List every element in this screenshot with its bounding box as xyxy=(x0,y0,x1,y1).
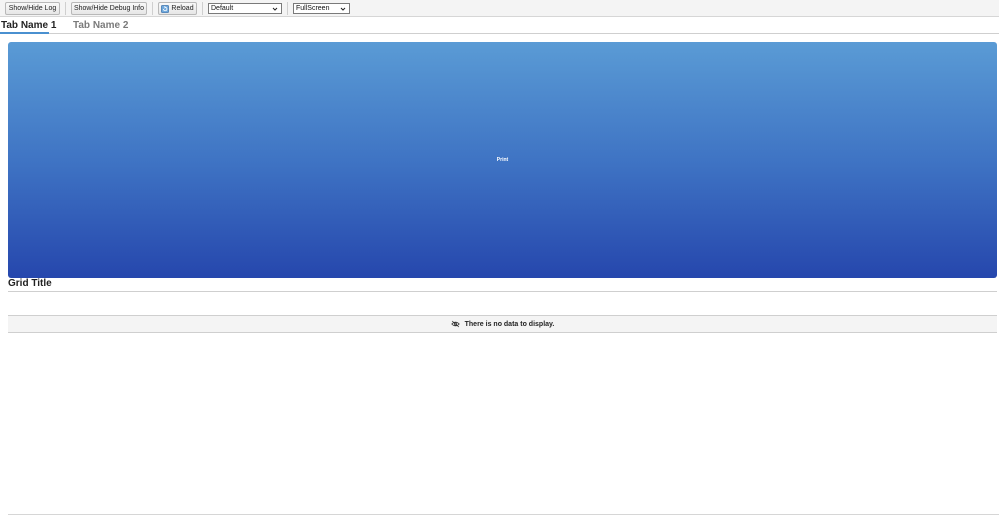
reload-label: Reload xyxy=(171,5,194,12)
toolbar: Show/Hide Log Show/Hide Debug Info Reloa… xyxy=(0,0,999,17)
theme-select[interactable]: Default xyxy=(208,3,282,14)
show-hide-log-button[interactable]: Show/Hide Log xyxy=(5,2,60,15)
print-button[interactable]: Print xyxy=(8,42,997,278)
tab-name-2[interactable]: Tab Name 2 xyxy=(73,18,128,33)
reload-button[interactable]: Reload xyxy=(158,2,197,15)
active-tab-indicator xyxy=(0,32,49,34)
tab-name-1[interactable]: Tab Name 1 xyxy=(1,18,56,33)
theme-select-value: Default xyxy=(211,5,234,12)
show-hide-debug-info-button[interactable]: Show/Hide Debug Info xyxy=(71,2,147,15)
toolbar-separator xyxy=(65,2,66,15)
toolbar-separator xyxy=(287,2,288,15)
mode-select[interactable]: FullScreen xyxy=(293,3,350,14)
eye-slash-icon xyxy=(450,320,460,328)
tab-bar: Tab Name 1 Tab Name 2 xyxy=(0,17,999,34)
grid-title: Grid Title xyxy=(8,278,52,289)
divider xyxy=(8,291,997,292)
print-label: Print xyxy=(496,157,509,163)
reload-icon xyxy=(161,4,170,13)
grid-empty-row: There is no data to display. xyxy=(8,315,997,333)
divider xyxy=(8,514,999,515)
chevron-down-icon xyxy=(272,6,278,12)
grid-empty-message: There is no data to display. xyxy=(464,320,555,328)
toolbar-separator xyxy=(202,2,203,15)
toolbar-separator xyxy=(152,2,153,15)
mode-select-value: FullScreen xyxy=(296,5,330,12)
chevron-down-icon xyxy=(340,6,346,12)
